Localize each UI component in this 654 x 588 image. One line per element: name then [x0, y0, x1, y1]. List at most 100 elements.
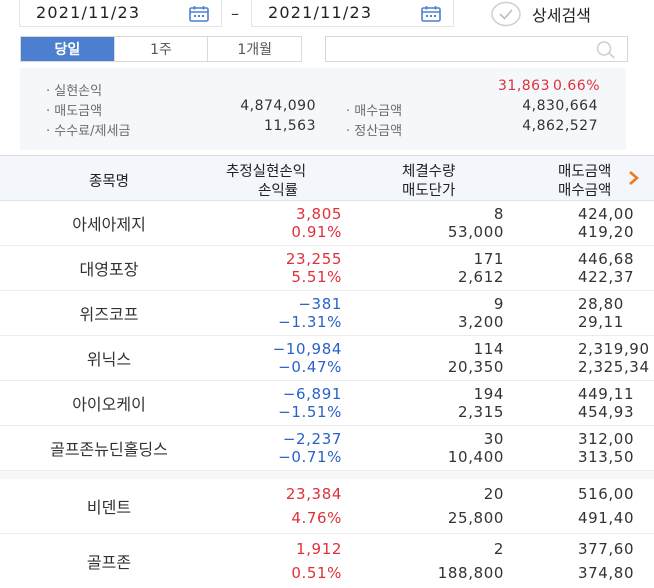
- realized-pl-label: · 실현손익: [46, 84, 103, 99]
- fee-tax-value: 11,563: [264, 118, 316, 134]
- sell-price-value: 3,200: [458, 313, 504, 331]
- header-sell-price: 매도단가: [402, 183, 456, 199]
- buy-amount-value: 419,20: [578, 223, 635, 241]
- estimated-pl-value: −10,984: [272, 340, 342, 358]
- sell-amount-value: 312,00: [578, 430, 635, 448]
- stock-name: 골프존: [86, 553, 132, 572]
- detail-search-button[interactable]: 상세검색: [490, 0, 591, 28]
- sell-price-value: 2,315: [458, 403, 504, 421]
- sell-amount-value: 2,319,90: [578, 340, 650, 358]
- detail-search-label: 상세검색: [532, 6, 591, 25]
- exec-qty-value: 2: [493, 540, 504, 558]
- settlement-value: 4,862,527: [522, 118, 598, 134]
- header-exec-qty: 체결수량: [402, 164, 456, 180]
- sell-amount-value: 516,00: [578, 485, 635, 503]
- sell-amount-value: 449,11: [578, 385, 635, 403]
- sell-amount-value: 424,00: [578, 205, 635, 223]
- buy-amount-value: 454,93: [578, 403, 635, 421]
- start-date-value: 2021/11/23: [36, 3, 141, 22]
- buy-amount-value: 2,325,34: [578, 358, 650, 376]
- stock-name: 위닉스: [86, 350, 132, 369]
- period-tabs: 당일 1주 1개월: [20, 36, 302, 62]
- table-row[interactable]: 아이오케이 −6,891 −1.51% 194 2,315 449,11 454,93: [0, 381, 654, 426]
- table-row[interactable]: 아세아제지 3,805 0.91% 8 53,000 424,00 419,20: [0, 201, 654, 246]
- stock-name: 골프존뉴딘홀딩스: [50, 440, 168, 459]
- fee-tax-label: · 수수료/제세금: [46, 124, 131, 139]
- sell-amount-value: 28,80: [578, 295, 624, 313]
- sell-amount-value: 377,60: [578, 540, 635, 558]
- section-gap: [0, 471, 654, 479]
- start-date-field[interactable]: 2021/11/23: [19, 0, 222, 27]
- stock-search-box: [325, 36, 628, 62]
- table-header: 종목명 추정실현손익 손익률 체결수량 매도단가 매도금액 매수금액: [0, 155, 654, 201]
- table-row[interactable]: 비덴트 23,384 4.76% 20 25,800 516,00 491,40: [0, 479, 654, 534]
- exec-qty-value: 9: [493, 295, 504, 313]
- realized-pl-rate: 0.66%: [553, 78, 600, 94]
- sell-price-value: 53,000: [447, 223, 504, 241]
- exec-qty-value: 171: [473, 250, 504, 268]
- search-icon[interactable]: [595, 40, 617, 60]
- calendar-icon[interactable]: [189, 6, 209, 22]
- estimated-pl-value: −6,891: [282, 385, 342, 403]
- end-date-value: 2021/11/23: [268, 3, 373, 22]
- estimated-pl-value: 3,805: [296, 205, 342, 223]
- stock-name: 대영포장: [79, 260, 139, 279]
- exec-qty-value: 8: [493, 205, 504, 223]
- buy-amount-value: 374,80: [578, 564, 635, 582]
- buy-amount-value: 29,11: [578, 313, 624, 331]
- pl-rate-value: −1.51%: [278, 403, 342, 421]
- buy-amount-value: 491,40: [578, 509, 635, 527]
- pl-rate-value: 5.51%: [291, 268, 342, 286]
- stock-name: 아이오케이: [72, 395, 146, 414]
- pl-rate-value: −0.71%: [278, 448, 342, 466]
- header-pl-rate: 손익률: [258, 183, 299, 199]
- settlement-label: · 정산금액: [346, 124, 403, 139]
- sell-price-value: 188,800: [437, 564, 504, 582]
- end-date-field[interactable]: 2021/11/23: [251, 0, 454, 27]
- exec-qty-value: 114: [473, 340, 504, 358]
- header-buy-amount: 매수금액: [558, 183, 612, 199]
- sell-price-value: 10,400: [447, 448, 504, 466]
- tab-today[interactable]: 당일: [21, 37, 114, 61]
- stock-name: 비덴트: [86, 498, 132, 517]
- sell-price-value: 25,800: [447, 509, 504, 527]
- stock-name: 위즈코프: [79, 305, 139, 324]
- pl-rate-value: 4.76%: [291, 509, 342, 527]
- exec-qty-value: 194: [473, 385, 504, 403]
- sell-amount-label: · 매도금액: [46, 104, 103, 119]
- buy-amount-value: 4,830,664: [522, 98, 598, 114]
- table-row[interactable]: 위즈코프 −381 −1.31% 9 3,200 28,80 29,11: [0, 291, 654, 336]
- table-row[interactable]: 골프존뉴딘홀딩스 −2,237 −0.71% 30 10,400 312,00 313,50: [0, 426, 654, 471]
- tab-1-week[interactable]: 1주: [113, 37, 208, 61]
- pl-rate-value: −0.47%: [278, 358, 342, 376]
- calendar-icon[interactable]: [421, 6, 441, 22]
- sell-price-value: 20,350: [447, 358, 504, 376]
- table-row[interactable]: 대영포장 23,255 5.51% 171 2,612 446,68 422,37: [0, 246, 654, 291]
- estimated-pl-value: 23,255: [285, 250, 342, 268]
- header-stock-name: 종목명: [88, 174, 130, 190]
- date-separator: –: [231, 4, 239, 23]
- pl-rate-value: 0.51%: [291, 564, 342, 582]
- summary-panel: · 실현손익 31,863 0.66% · 매도금액 4,874,090 · 매…: [20, 68, 626, 150]
- estimated-pl-value: −381: [298, 295, 342, 313]
- exec-qty-value: 20: [483, 485, 504, 503]
- realized-pl-value: 31,863: [498, 78, 550, 94]
- check-circle-icon: [491, 1, 521, 27]
- sell-amount-value: 446,68: [578, 250, 635, 268]
- chevron-right-icon[interactable]: [627, 169, 641, 187]
- header-estimated-pl: 추정실현손익: [226, 164, 307, 180]
- estimated-pl-value: 1,912: [296, 540, 342, 558]
- table-row[interactable]: 위닉스 −10,984 −0.47% 114 20,350 2,319,90 2,325,3…: [0, 336, 654, 381]
- buy-amount-value: 313,50: [578, 448, 635, 466]
- estimated-pl-value: −2,237: [282, 430, 342, 448]
- tab-1-month[interactable]: 1개월: [207, 37, 302, 61]
- exec-qty-value: 30: [483, 430, 504, 448]
- date-range-row: 2021/11/23 – 2021/11/23 상세검색: [0, 0, 654, 32]
- pl-rate-value: −1.31%: [278, 313, 342, 331]
- sell-amount-value: 4,874,090: [240, 98, 316, 114]
- pl-rate-value: 0.91%: [291, 223, 342, 241]
- table-row[interactable]: 골프존 1,912 0.51% 2 188,800 377,60 374,80: [0, 534, 654, 588]
- buy-amount-value: 422,37: [578, 268, 635, 286]
- estimated-pl-value: 23,384: [285, 485, 342, 503]
- search-input[interactable]: [332, 37, 592, 61]
